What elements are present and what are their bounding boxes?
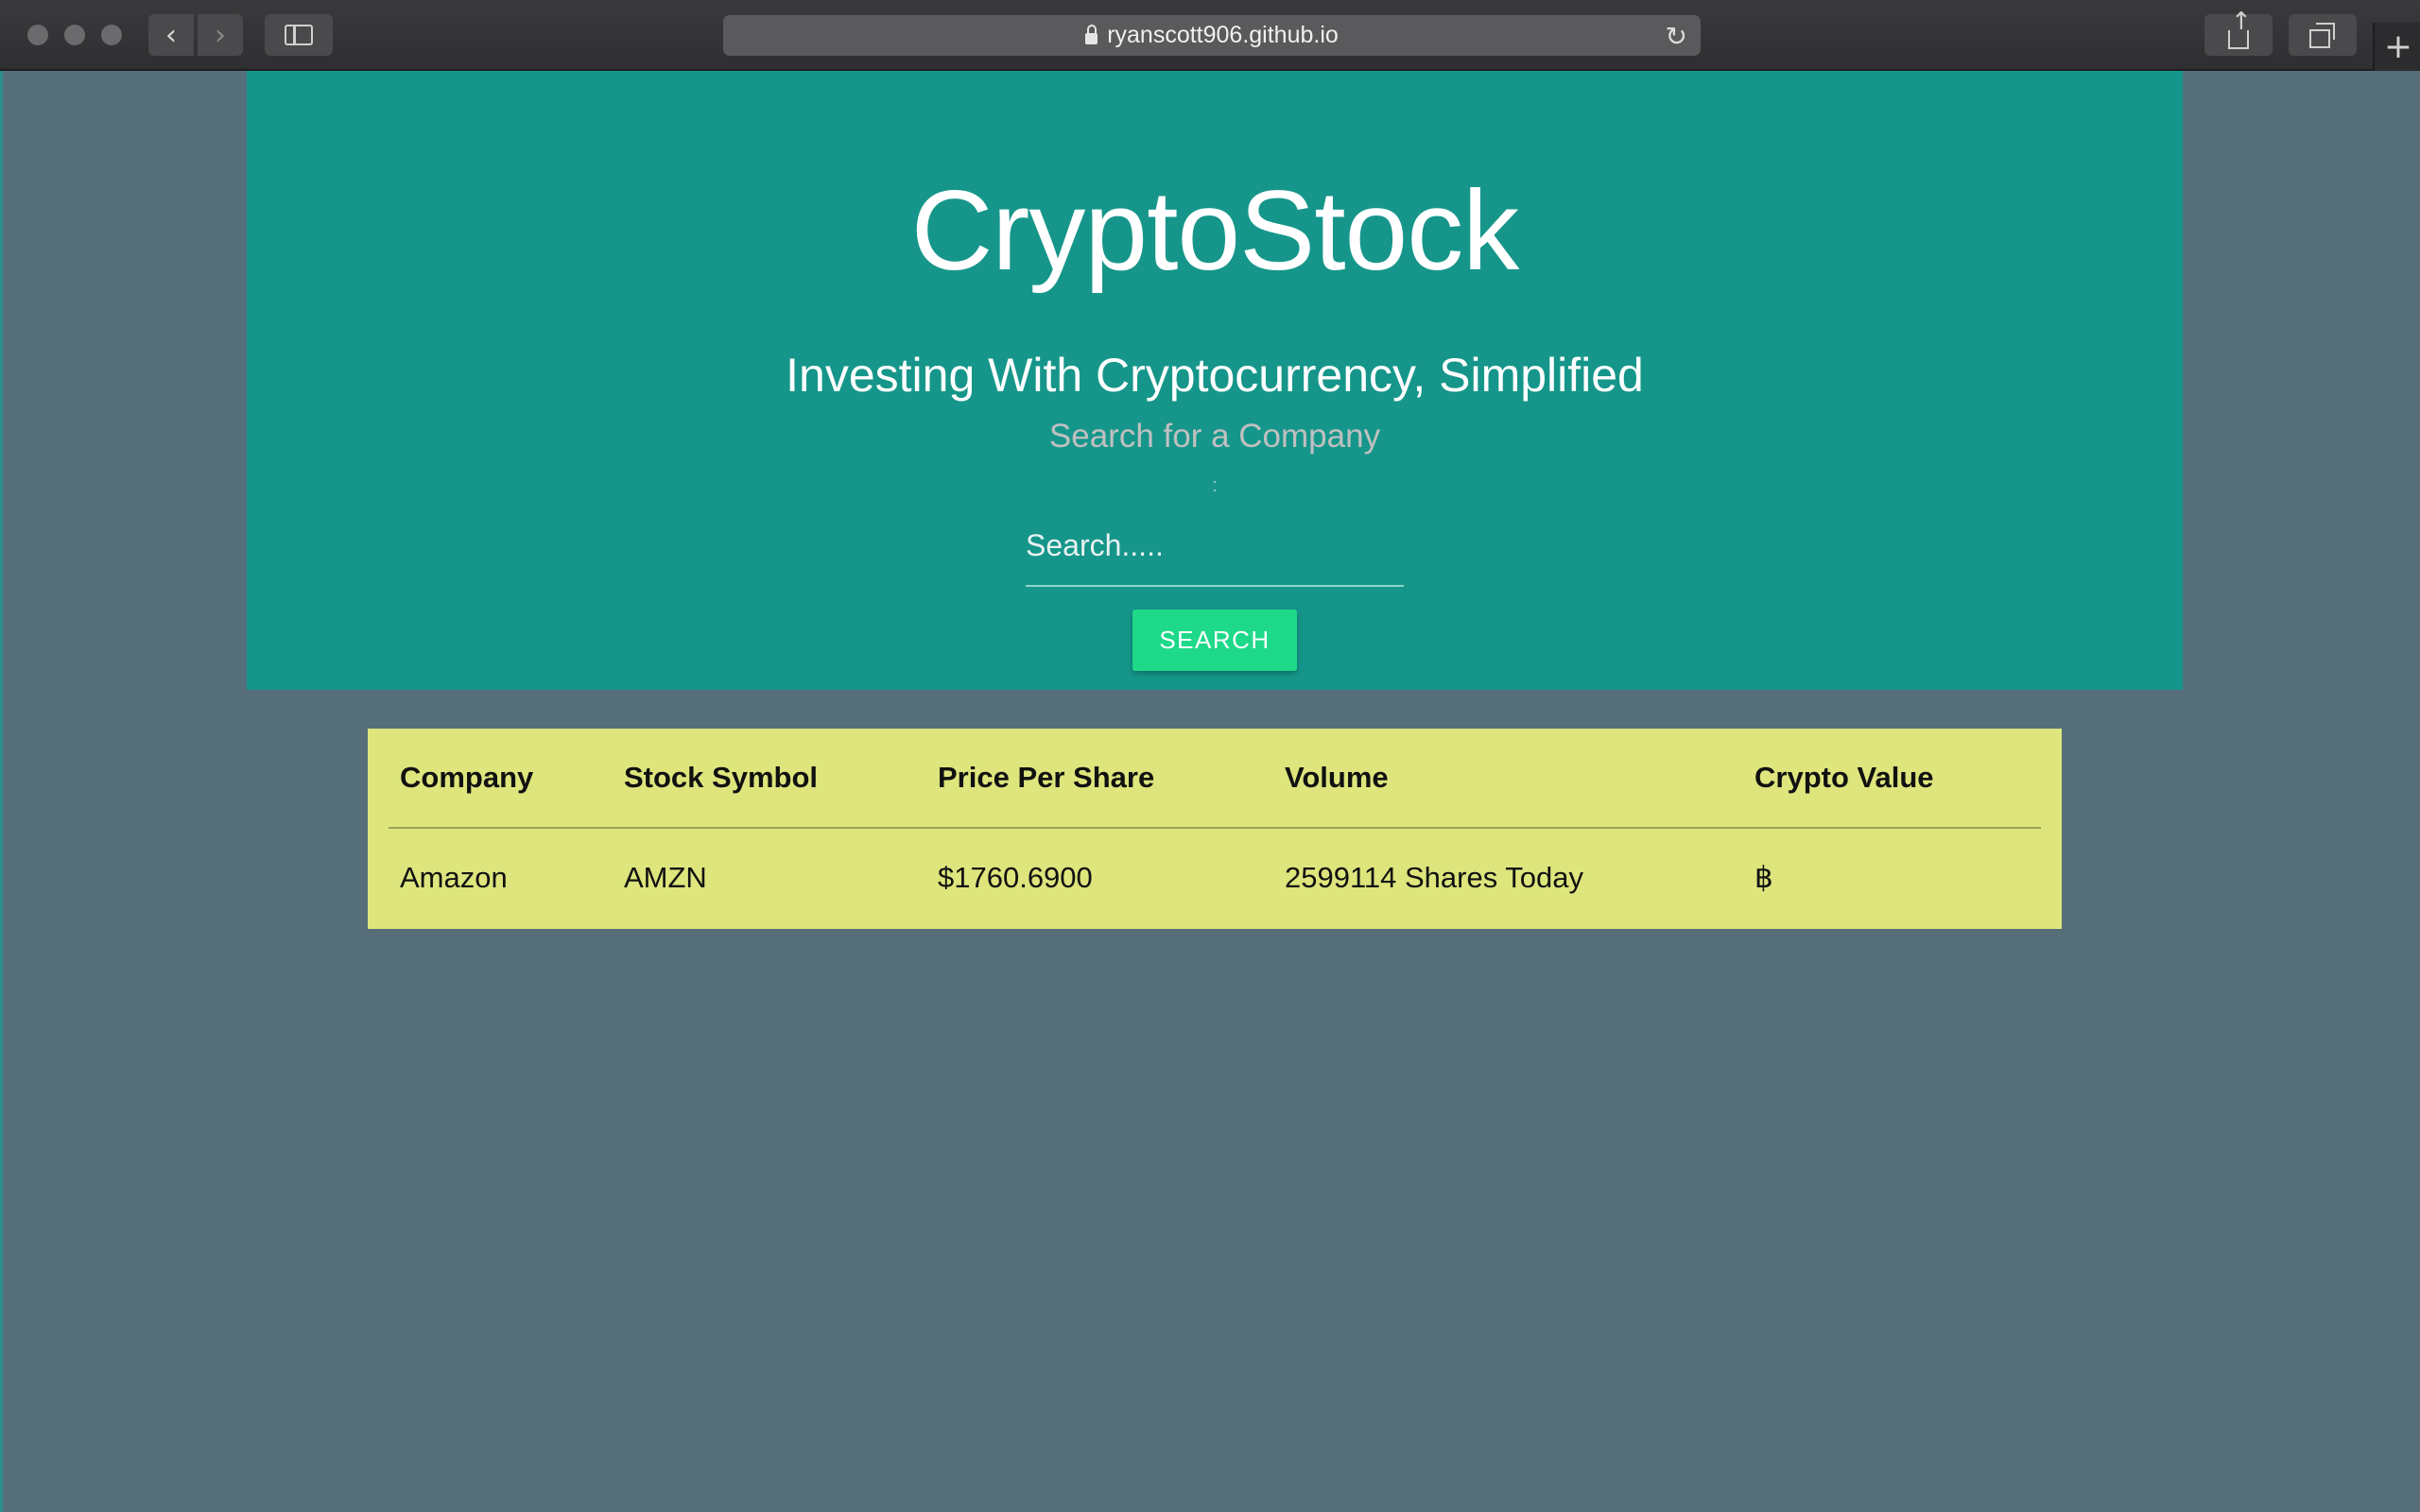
results-table: Company Stock Symbol Price Per Share Vol… xyxy=(389,729,2041,927)
cell-price-per-share: $1760.6900 xyxy=(938,861,1093,894)
cell-crypto-value: ฿ xyxy=(1754,861,1773,894)
results-table-container: Company Stock Symbol Price Per Share Vol… xyxy=(368,729,2062,929)
show-tabs-button[interactable] xyxy=(2289,14,2357,56)
page-title: CryptoStock xyxy=(910,167,1520,294)
search-button[interactable]: SEARCH xyxy=(1132,610,1297,671)
search-input[interactable] xyxy=(1026,506,1404,587)
tabs-icon xyxy=(2309,23,2335,48)
zoom-window-button[interactable] xyxy=(101,25,122,45)
cell-stock-symbol: AMZN xyxy=(624,861,707,894)
column-header-company: Company xyxy=(389,729,613,829)
chevron-right-icon: › xyxy=(215,18,226,52)
new-tab-button[interactable]: + xyxy=(2373,23,2420,71)
sidebar-icon xyxy=(285,25,313,45)
page-viewport: CryptoStock Investing With Cryptocurrenc… xyxy=(0,71,2420,1512)
column-header-stock-symbol: Stock Symbol xyxy=(613,729,926,829)
back-button[interactable]: ‹ xyxy=(148,14,194,56)
plus-icon: + xyxy=(2383,27,2413,66)
column-header-price-per-share: Price Per Share xyxy=(926,729,1273,829)
search-separator: : xyxy=(1212,475,1218,496)
address-url: ryanscott906.github.io xyxy=(1107,22,1339,48)
column-header-volume: Volume xyxy=(1273,729,1743,829)
share-icon xyxy=(2228,8,2252,49)
address-bar[interactable]: ryanscott906.github.io ↻ xyxy=(723,15,1701,56)
search-label: Search for a Company xyxy=(1048,418,1381,455)
table-row: Amazon AMZN $1760.6900 2599114 Shares To… xyxy=(389,828,2041,927)
share-button[interactable] xyxy=(2204,8,2273,56)
forward-button[interactable]: › xyxy=(198,14,243,56)
browser-toolbar: ‹ › ryanscott906.github.io ↻ + xyxy=(0,0,2420,71)
chevron-left-icon: ‹ xyxy=(165,18,177,52)
page-subtitle: Investing With Cryptocurrency, Simplifie… xyxy=(786,349,1644,402)
cell-company: Amazon xyxy=(400,861,508,894)
sidebar-toggle-button[interactable] xyxy=(265,14,333,56)
close-window-button[interactable] xyxy=(27,25,48,45)
column-header-crypto-value: Crypto Value xyxy=(1743,729,2041,829)
minimize-window-button[interactable] xyxy=(64,25,85,45)
cell-volume: 2599114 Shares Today xyxy=(1285,861,1583,894)
hero-banner: CryptoStock Investing With Cryptocurrenc… xyxy=(247,71,2183,690)
lock-icon xyxy=(1085,24,1098,44)
reload-icon[interactable]: ↻ xyxy=(1666,21,1687,52)
table-header-row: Company Stock Symbol Price Per Share Vol… xyxy=(389,729,2041,829)
